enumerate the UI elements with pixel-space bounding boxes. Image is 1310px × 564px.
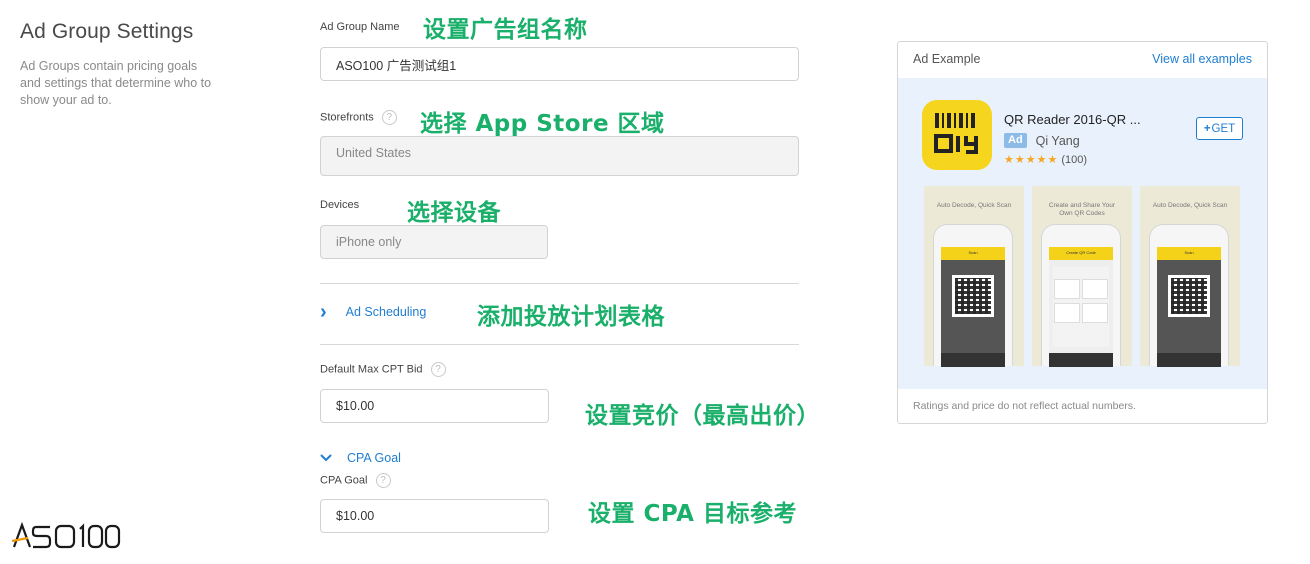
- plus-icon: +: [1203, 122, 1211, 135]
- qr-code: [952, 275, 994, 317]
- ad-example-disclaimer: Ratings and price do not reflect actual …: [913, 400, 1136, 412]
- qr-reader-icon: [934, 113, 978, 154]
- help-icon[interactable]: ?: [375, 473, 391, 488]
- section-title: Ad Group Settings: [20, 20, 194, 43]
- chevron-down-icon: [320, 454, 332, 462]
- get-label: GET: [1211, 122, 1236, 135]
- phone-screen: Scan: [941, 247, 1005, 367]
- devices-value: iPhone only: [336, 235, 402, 249]
- phone-mockup: Create QR Code: [1041, 224, 1121, 367]
- cpt-bid-input[interactable]: $10.00: [320, 389, 549, 423]
- screenshot-caption: Create and Share Your Own QR Codes: [1048, 202, 1116, 217]
- divider: [320, 344, 799, 345]
- ad-example-header: Ad Example View all examples: [898, 42, 1267, 78]
- phone-screen: Create QR Code: [1049, 247, 1113, 367]
- screen-bar: Scan: [1157, 247, 1221, 260]
- annotation-ad-group-name: 设置广告组名称: [423, 17, 588, 43]
- screen-tabbar: [1157, 353, 1221, 367]
- aso100-logo: [11, 521, 122, 550]
- cpt-bid-value: $10.00: [336, 399, 375, 413]
- developer-name: Qi Yang: [1035, 133, 1080, 148]
- help-icon[interactable]: ?: [381, 110, 397, 125]
- cpa-goal-label: CPA Goal?: [320, 473, 391, 488]
- screen-bar-title: Create QR Code: [1066, 250, 1096, 255]
- view-all-examples-link[interactable]: View all examples: [1152, 52, 1252, 66]
- ad-example-card: Ad Example View all examples QR Reader 2…: [897, 41, 1268, 424]
- screen-tabbar: [941, 353, 1005, 367]
- annotation-ad-scheduling: 添加投放计划表格: [477, 304, 665, 330]
- app-screenshot: Auto Decode, Quick Scan Scan: [1140, 186, 1240, 367]
- get-button[interactable]: + GET: [1196, 117, 1243, 140]
- phone-mockup: Scan: [1149, 224, 1229, 367]
- chevron-right-icon: ›: [320, 301, 327, 323]
- cpa-goal-input[interactable]: $10.00: [320, 499, 549, 533]
- divider: [320, 283, 799, 284]
- storefronts-label-text: Storefronts: [320, 111, 374, 124]
- devices-field: iPhone only: [320, 225, 548, 259]
- create-menu-grid: [1053, 267, 1109, 347]
- annotation-cpt-bid: 设置竞价（最高出价）: [585, 403, 820, 429]
- qr-code: [1168, 275, 1210, 317]
- screen-tabbar: [1049, 353, 1113, 367]
- cpt-bid-label: Default Max CPT Bid?: [320, 362, 446, 377]
- app-icon: [922, 100, 992, 170]
- rating: ★★★★★ (100): [1004, 153, 1087, 167]
- cpa-goal-label-text: CPA Goal: [320, 474, 368, 487]
- star-rating-icon: ★★★★★: [1004, 154, 1059, 166]
- ad-badge: Ad: [1004, 133, 1027, 148]
- ad-preview: QR Reader 2016-QR ... Ad Qi Yang ★★★★★ (…: [898, 78, 1267, 389]
- cpa-goal-link[interactable]: CPA Goal: [347, 451, 401, 465]
- annotation-storefronts: 选择 App Store 区域: [420, 111, 665, 137]
- section-description: Ad Groups contain pricing goals and sett…: [20, 59, 212, 107]
- screenshot-caption: Auto Decode, Quick Scan: [1152, 202, 1228, 209]
- ad-group-name-value: ASO100 广告测试组1: [336, 58, 457, 73]
- app-screenshot: Auto Decode, Quick Scan Scan: [924, 186, 1024, 367]
- app-screenshot: Create and Share Your Own QR Codes Creat…: [1032, 186, 1132, 367]
- ad-group-name-input[interactable]: ASO100 广告测试组1: [320, 47, 799, 81]
- screen-bar-title: Scan: [1184, 250, 1194, 255]
- screen-bar-title: Scan: [968, 250, 978, 255]
- storefronts-value: United States: [336, 146, 412, 160]
- help-icon[interactable]: ?: [430, 362, 446, 377]
- phone-screen: Scan: [1157, 247, 1221, 367]
- ad-group-name-label: Ad Group Name: [320, 21, 400, 33]
- ad-example-title: Ad Example: [913, 52, 981, 66]
- cpa-goal-toggle[interactable]: CPA Goal: [320, 451, 401, 465]
- phone-mockup: Scan: [933, 224, 1013, 367]
- ad-scheduling-toggle[interactable]: › Ad Scheduling: [320, 301, 427, 323]
- annotation-cpa-goal: 设置 CPA 目标参考: [588, 501, 797, 527]
- aso100-logo-icon: [11, 521, 121, 549]
- rating-count: (100): [1061, 153, 1087, 166]
- storefronts-label: Storefronts?: [320, 110, 397, 125]
- screen-bar: Scan: [941, 247, 1005, 260]
- cpa-goal-value: $10.00: [336, 509, 375, 523]
- storefronts-field: United States: [320, 136, 799, 176]
- ad-scheduling-link[interactable]: Ad Scheduling: [346, 305, 427, 319]
- annotation-devices: 选择设备: [407, 200, 501, 226]
- screen-bar: Create QR Code: [1049, 247, 1113, 260]
- app-name: QR Reader 2016-QR ...: [1004, 112, 1141, 127]
- devices-label: Devices: [320, 199, 360, 211]
- app-meta: Ad Qi Yang: [1004, 133, 1080, 148]
- cpt-bid-label-text: Default Max CPT Bid: [320, 363, 423, 376]
- screenshot-caption: Auto Decode, Quick Scan: [936, 202, 1012, 209]
